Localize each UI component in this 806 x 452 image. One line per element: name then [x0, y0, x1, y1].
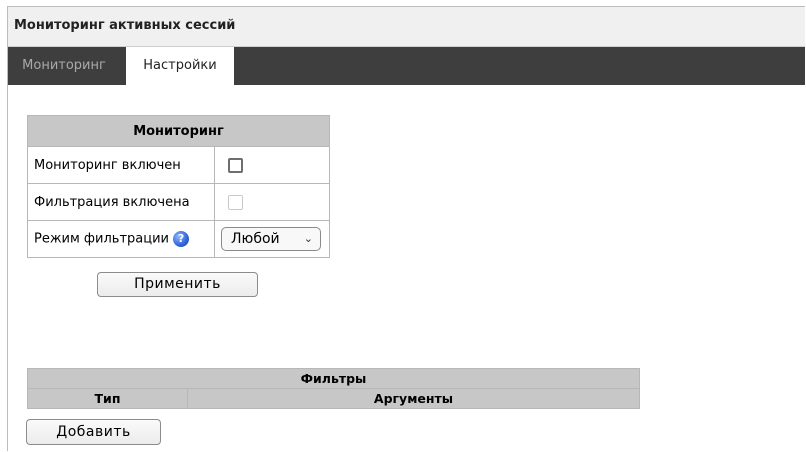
page-title: Мониторинг активных сессий — [14, 18, 236, 33]
filters-table: Фильтры Тип Аргументы — [27, 368, 640, 409]
tab-settings[interactable]: Настройки — [126, 47, 234, 85]
monitoring-enabled-label: Мониторинг включен — [27, 146, 215, 184]
filter-mode-label: Режим фильтрации — [34, 231, 170, 247]
column-header-arguments: Аргументы — [187, 388, 640, 409]
monitoring-enabled-checkbox[interactable] — [228, 157, 243, 173]
monitoring-settings-table: Мониторинг Мониторинг включен Фильтрация… — [27, 115, 330, 258]
filtering-enabled-label: Фильтрация включена — [27, 183, 215, 221]
add-filter-button[interactable]: Добавить — [26, 419, 161, 445]
filters-table-header: Фильтры — [27, 368, 640, 389]
filter-mode-value: Любой — [231, 231, 280, 247]
tab-monitoring[interactable]: Мониторинг — [8, 47, 120, 85]
table-row: Мониторинг включен — [27, 146, 330, 184]
table-row: Фильтрация включена — [27, 183, 330, 221]
help-icon[interactable]: ? — [173, 231, 190, 247]
monitoring-table-header: Мониторинг — [27, 115, 330, 147]
apply-button[interactable]: Применить — [97, 272, 258, 297]
tab-bar: Мониторинг Настройки — [8, 47, 805, 85]
table-row: Режим фильтрации? Любой ⌄ — [27, 220, 330, 258]
column-header-type: Тип — [27, 388, 188, 409]
filtering-enabled-checkbox — [228, 194, 243, 210]
title-bar: Мониторинг активных сессий — [8, 7, 805, 47]
chevron-down-icon: ⌄ — [303, 232, 313, 245]
filter-mode-select[interactable]: Любой ⌄ — [221, 227, 321, 251]
